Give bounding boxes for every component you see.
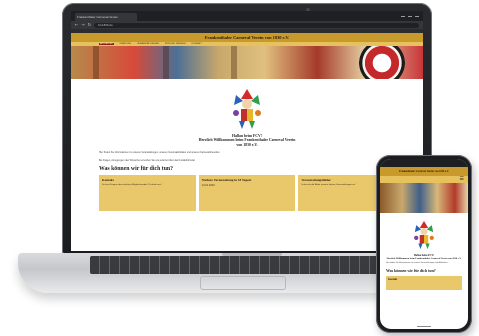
intro-paragraph-2: Bei Fragen, Anregungen oder Wünschen err…: [99, 159, 196, 162]
main-content: Hallau beim FCV! Herzlich Willkommen bei…: [71, 79, 423, 211]
home-indicator[interactable]: [417, 326, 431, 327]
jester-logo-icon: [233, 89, 261, 129]
nav-item-aktuelles[interactable]: AKTUELLES: [99, 43, 114, 45]
nav-item-mitglied-werden[interactable]: MITGLIED WERDEN: [165, 43, 186, 45]
laptop-trackpad: [200, 276, 286, 290]
phone-intro: Hier finden Sie Informationen zu unseren…: [386, 262, 448, 265]
phone-nav: ☰: [380, 176, 468, 183]
site-title: Frankenthaler Carneval Verein von 1830 e…: [204, 35, 290, 40]
site-header: Frankenthaler Carneval Verein von 1830 e…: [71, 33, 423, 42]
card-title: Nächste Veranstaltung in 18 Tagen!: [201, 178, 252, 182]
laptop-keyboard: [90, 256, 390, 274]
reload-icon[interactable]: ↻: [88, 23, 91, 27]
nav-item-veranstaltungen[interactable]: VERANSTALTUNGEN: [137, 43, 159, 45]
browser-tabbar: Frankenthaler Carneval-Verein: [71, 11, 423, 21]
phone-welcome: Herzlich Willkommen beim Frankenthaler C…: [386, 257, 462, 260]
phone-card-title: Kontakt: [388, 278, 398, 281]
jester-logo-icon: [414, 220, 434, 250]
phone-card-kontakt[interactable]: Kontakt: [386, 276, 462, 290]
hamburger-menu-icon[interactable]: ☰: [460, 177, 464, 182]
nav-item-ueber-uns[interactable]: ÜBER UNS: [120, 43, 131, 45]
maximize-icon[interactable]: [408, 15, 412, 17]
window-controls: [401, 15, 423, 17]
club-logo: [359, 46, 405, 79]
address-bar[interactable]: fcv1830.de: [94, 22, 419, 28]
card-next-event[interactable]: Nächste Veranstaltung in 18 Tagen! 14.01…: [198, 175, 296, 211]
banner-stripe: [93, 46, 99, 79]
browser-tab[interactable]: Frankenthaler Carneval-Verein: [75, 13, 137, 21]
welcome-line-2: von 1830 e.V.: [236, 143, 258, 147]
card-date: 14.01.2023: [201, 184, 215, 187]
intro-paragraph: Hier finden Sie Informationen zu unseren…: [99, 152, 221, 154]
section-heading: Was können wir für dich tun?: [99, 166, 174, 172]
minimize-icon[interactable]: [401, 15, 405, 17]
card-row: Kontakt Du hast Fragen oder möchtest Mit…: [99, 175, 396, 211]
phone-site-title: Frankenthaler Carneval Verein von 1830 e…: [399, 170, 449, 173]
browser-toolbar: ← → ↻ fcv1830.de: [71, 21, 423, 29]
back-icon[interactable]: ←: [75, 23, 78, 27]
card-text: Du hast Fragen oder möchtest Mitglied we…: [102, 184, 162, 186]
nav-item-kontakt[interactable]: KONTAKT: [192, 43, 202, 45]
phone-content: Hallau beim FCV! Herzlich Willkommen bei…: [380, 213, 468, 294]
phone-status-bar: [380, 159, 468, 167]
card-kontakt[interactable]: Kontakt Du hast Fragen oder möchtest Mit…: [99, 175, 196, 211]
hero-banner: [71, 46, 423, 79]
laptop-screen: Frankenthaler Carneval-Verein ← → ↻ fcv1…: [71, 11, 423, 251]
phone-screen: Frankenthaler Carneval Verein von 1830 e…: [380, 159, 468, 329]
close-icon[interactable]: [415, 15, 419, 17]
card-title: Kontakt: [102, 178, 114, 182]
phone-site-header: Frankenthaler Carneval Verein von 1830 e…: [380, 167, 468, 176]
tab-title: Frankenthaler Carneval-Verein: [77, 15, 118, 19]
banner-stripe: [163, 46, 169, 79]
forward-icon[interactable]: →: [81, 23, 84, 27]
phone-section-heading: Was können wir für dich tun?: [386, 269, 436, 273]
banner-stripe: [231, 46, 237, 79]
phone-hero-banner: [380, 183, 468, 213]
